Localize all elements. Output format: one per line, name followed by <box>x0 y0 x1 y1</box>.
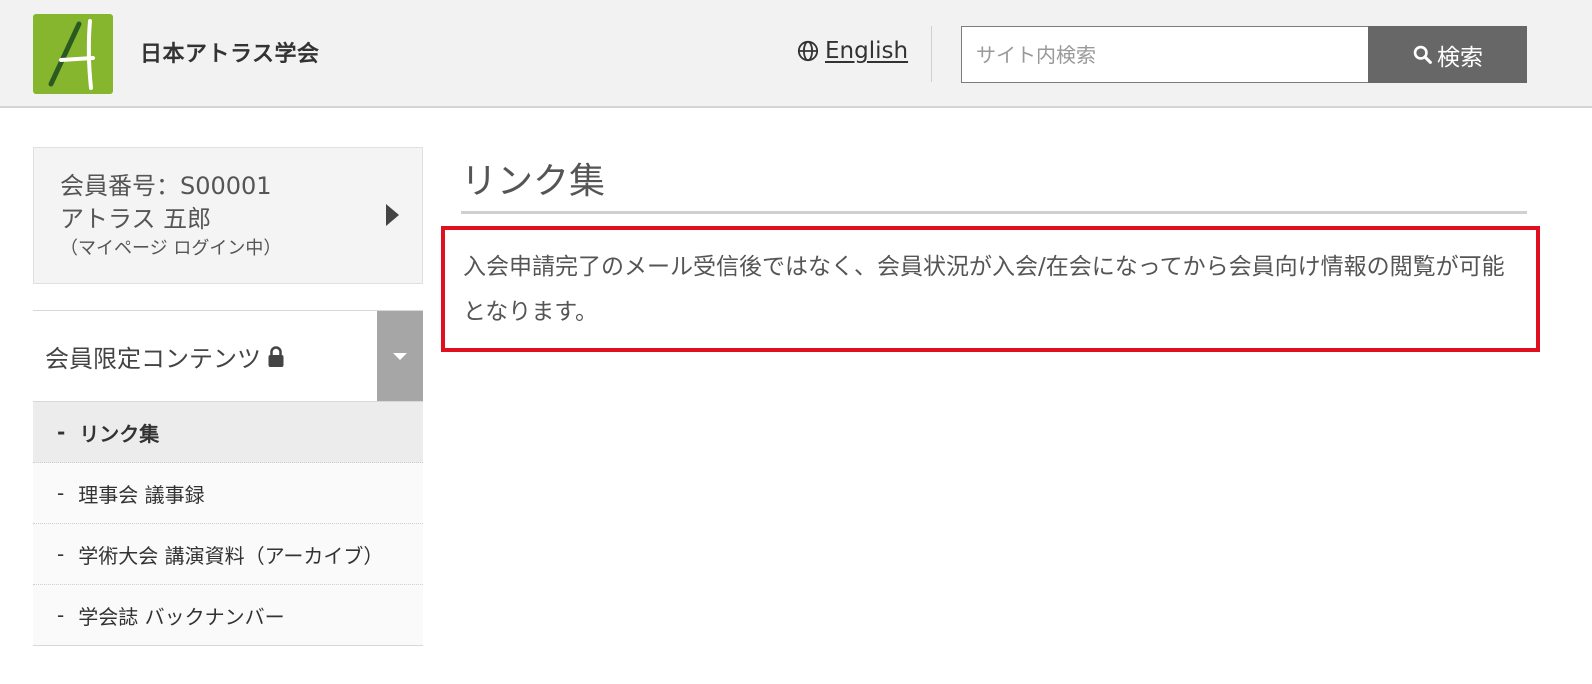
menu-item-conference-archive[interactable]: - 学術大会 講演資料（アーカイブ） <box>33 524 423 585</box>
members-menu-list: - リンク集 - 理事会 議事録 - 学術大会 講演資料（アーカイブ） - 学会… <box>33 402 423 646</box>
search-button[interactable]: 検索 <box>1368 26 1527 83</box>
menu-item-label: リンク集 <box>79 421 160 446</box>
language-switch-link[interactable]: English <box>797 38 908 64</box>
bullet-dash: - <box>57 603 65 627</box>
caret-right-icon <box>386 204 399 226</box>
site-search-input[interactable] <box>961 26 1369 83</box>
language-label: English <box>825 38 909 64</box>
globe-icon <box>797 40 819 62</box>
member-name: アトラス 五郎 <box>60 205 212 233</box>
search-button-label: 検索 <box>1437 44 1483 71</box>
title-divider <box>461 211 1527 214</box>
bullet-dash: - <box>57 420 66 444</box>
menu-item-journal-backnumbers[interactable]: - 学会誌 バックナンバー <box>33 585 423 646</box>
members-menu-title-label: 会員限定コンテンツ <box>45 345 261 373</box>
menu-item-label: 理事会 議事録 <box>78 482 205 507</box>
members-menu-header[interactable]: 会員限定コンテンツ <box>33 310 423 402</box>
search-icon <box>1413 45 1432 64</box>
site-logo[interactable] <box>33 14 113 94</box>
member-card[interactable]: 会員番号：S00001 アトラス 五郎 （マイページ ログイン中） <box>33 147 423 284</box>
menu-toggle-button[interactable] <box>377 311 423 401</box>
page-title: リンク集 <box>461 161 606 202</box>
login-status: （マイページ ログイン中） <box>60 238 282 259</box>
menu-item-links[interactable]: - リンク集 <box>33 402 423 463</box>
bullet-dash: - <box>57 481 65 505</box>
bullet-dash: - <box>57 542 65 566</box>
lock-icon <box>268 345 284 367</box>
member-number: 会員番号：S00001 <box>60 172 272 200</box>
members-menu-title: 会員限定コンテンツ <box>45 339 285 374</box>
site-title[interactable]: 日本アトラス学会 <box>140 36 320 68</box>
chevron-down-icon <box>393 353 407 360</box>
menu-item-board-minutes[interactable]: - 理事会 議事録 <box>33 463 423 524</box>
site-header: 日本アトラス学会 English 検索 <box>0 0 1592 108</box>
menu-item-label: 学術大会 講演資料（アーカイブ） <box>78 543 384 568</box>
notice-text: 入会申請完了のメール受信後ではなく、会員状況が入会/在会になってから会員向け情報… <box>463 254 1505 325</box>
header-divider <box>931 26 932 82</box>
menu-item-label: 学会誌 バックナンバー <box>78 604 285 629</box>
notice-box: 入会申請完了のメール受信後ではなく、会員状況が入会/在会になってから会員向け情報… <box>441 226 1540 352</box>
atlas-logo-icon <box>48 19 95 90</box>
